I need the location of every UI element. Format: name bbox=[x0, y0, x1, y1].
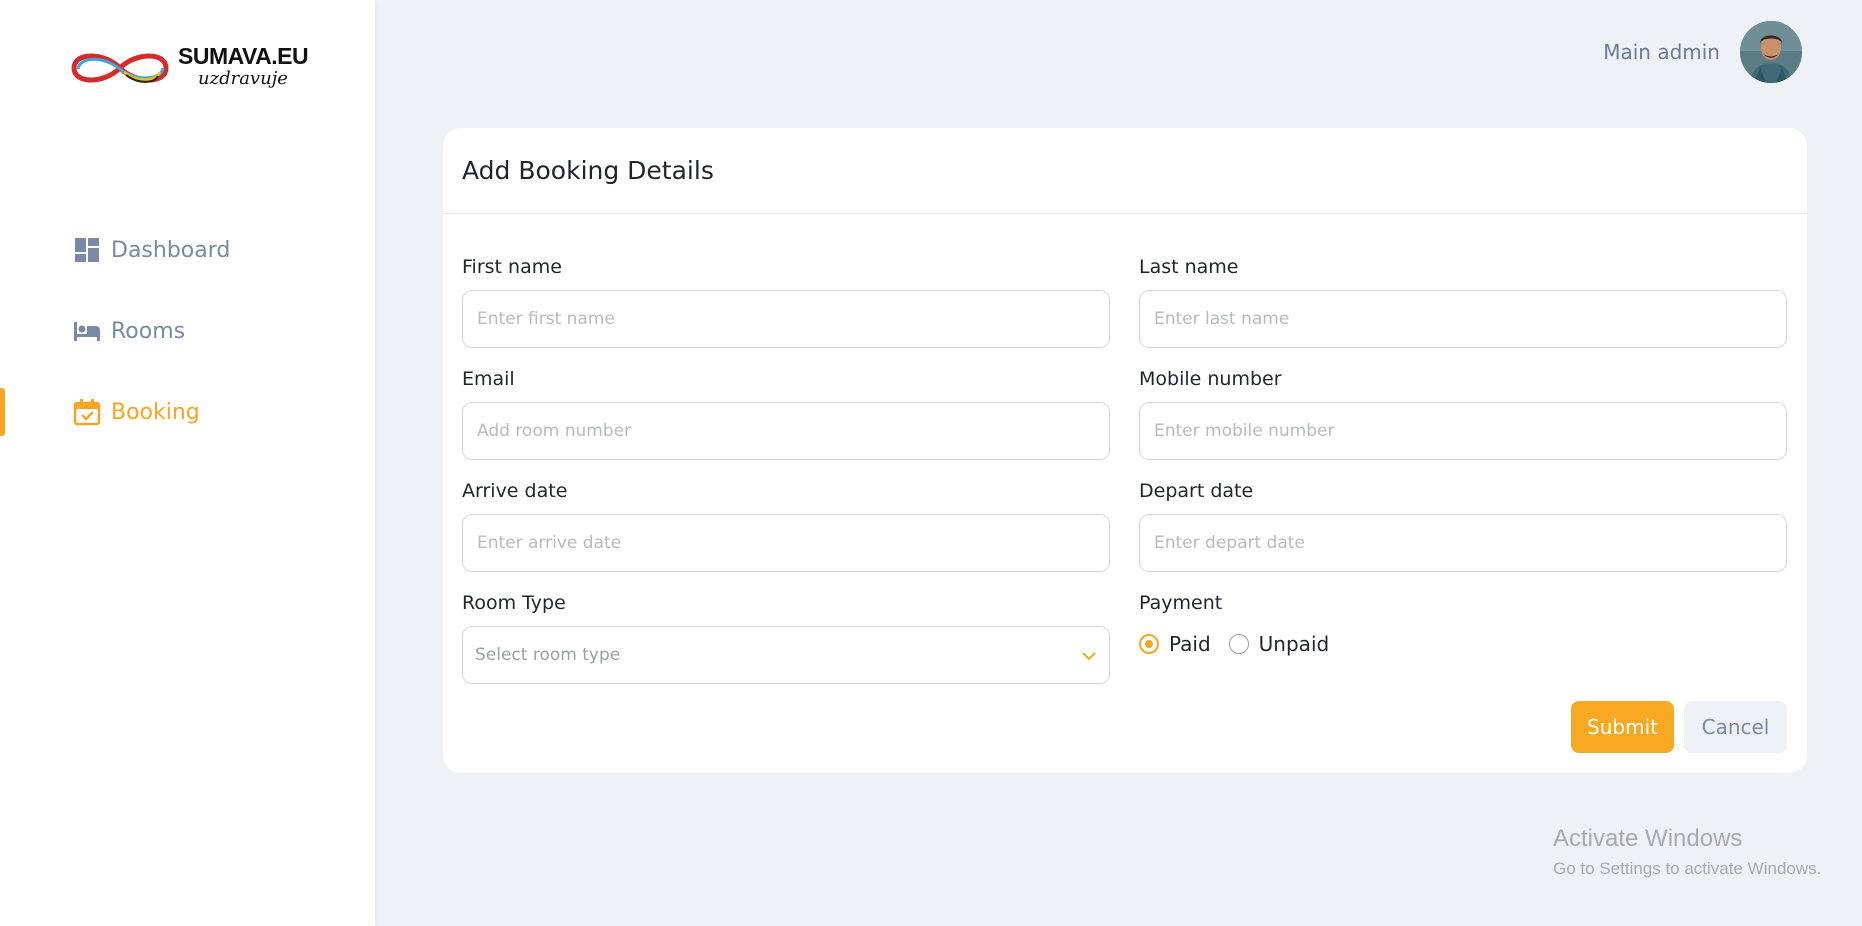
last-name-label: Last name bbox=[1139, 256, 1239, 278]
arrive-date-label: Arrive date bbox=[462, 480, 568, 502]
email-group: Email bbox=[462, 368, 1110, 460]
last-name-input[interactable] bbox=[1139, 290, 1787, 348]
avatar[interactable] bbox=[1740, 21, 1802, 83]
first-name-input[interactable] bbox=[462, 290, 1110, 348]
last-name-group: Last name bbox=[1139, 256, 1787, 348]
windows-activation-watermark: Activate Windows Go to Settings to activ… bbox=[1553, 825, 1821, 879]
card-header: Add Booking Details bbox=[443, 128, 1807, 214]
room-type-label: Room Type bbox=[462, 592, 566, 614]
booking-form-card: Add Booking Details First name Last name… bbox=[443, 128, 1807, 773]
sidebar-item-rooms[interactable]: Rooms bbox=[0, 307, 375, 355]
room-type-group: Room Type Select room type bbox=[462, 592, 1110, 684]
calendar-check-icon bbox=[73, 398, 101, 426]
watermark-subtitle: Go to Settings to activate Windows. bbox=[1553, 859, 1822, 878]
submit-button[interactable]: Submit bbox=[1571, 701, 1674, 753]
dashboard-icon bbox=[73, 236, 101, 264]
room-type-placeholder: Select room type bbox=[475, 645, 621, 665]
mobile-label: Mobile number bbox=[1139, 368, 1282, 390]
arrive-date-group: Arrive date bbox=[462, 480, 1110, 572]
email-label: Email bbox=[462, 368, 515, 390]
brand-subtitle: uzdravuje bbox=[198, 67, 288, 89]
app-root: SUMAVA.EU uzdravuje Dashboard Rooms Book… bbox=[0, 0, 1862, 926]
first-name-group: First name bbox=[462, 256, 1110, 348]
payment-group: Payment Paid Unpaid bbox=[1139, 592, 1787, 656]
brand-text: SUMAVA.EU uzdravuje bbox=[178, 42, 309, 89]
sidebar-item-label: Dashboard bbox=[111, 237, 231, 263]
cancel-button[interactable]: Cancel bbox=[1684, 701, 1787, 753]
sidebar-item-label: Booking bbox=[111, 399, 200, 425]
radio-dot bbox=[1139, 634, 1159, 654]
payment-radio-paid[interactable]: Paid bbox=[1139, 632, 1211, 656]
sidebar-item-dashboard[interactable]: Dashboard bbox=[0, 226, 375, 274]
radio-label-paid: Paid bbox=[1169, 632, 1211, 656]
brand-logo[interactable]: SUMAVA.EU uzdravuje bbox=[64, 36, 324, 96]
payment-label: Payment bbox=[1139, 592, 1223, 614]
sidebar: SUMAVA.EU uzdravuje Dashboard Rooms Book… bbox=[0, 0, 375, 926]
first-name-label: First name bbox=[462, 256, 562, 278]
mobile-group: Mobile number bbox=[1139, 368, 1787, 460]
chevron-down-icon bbox=[1081, 646, 1097, 665]
radio-label-unpaid: Unpaid bbox=[1258, 632, 1330, 656]
bed-icon bbox=[73, 317, 101, 345]
brand-title: SUMAVA.EU bbox=[178, 42, 309, 69]
email-input[interactable] bbox=[462, 402, 1110, 460]
mobile-input[interactable] bbox=[1139, 402, 1787, 460]
sidebar-nav: Dashboard Rooms Booking bbox=[0, 226, 375, 469]
sidebar-item-label: Rooms bbox=[111, 318, 186, 344]
sidebar-item-booking[interactable]: Booking bbox=[0, 388, 375, 436]
depart-date-input[interactable] bbox=[1139, 514, 1787, 572]
payment-radio-group: Paid Unpaid bbox=[1139, 632, 1787, 656]
arrive-date-input[interactable] bbox=[462, 514, 1110, 572]
page-title: Add Booking Details bbox=[462, 156, 714, 185]
watermark-title: Activate Windows bbox=[1553, 825, 1743, 852]
infinity-logo-icon bbox=[71, 53, 169, 83]
room-type-select[interactable]: Select room type bbox=[462, 626, 1110, 684]
radio-dot bbox=[1228, 634, 1249, 654]
user-menu[interactable]: Main admin bbox=[1603, 20, 1802, 84]
depart-date-label: Depart date bbox=[1139, 480, 1254, 502]
user-name: Main admin bbox=[1603, 40, 1720, 64]
depart-date-group: Depart date bbox=[1139, 480, 1787, 572]
payment-radio-unpaid[interactable]: Unpaid bbox=[1228, 632, 1330, 656]
